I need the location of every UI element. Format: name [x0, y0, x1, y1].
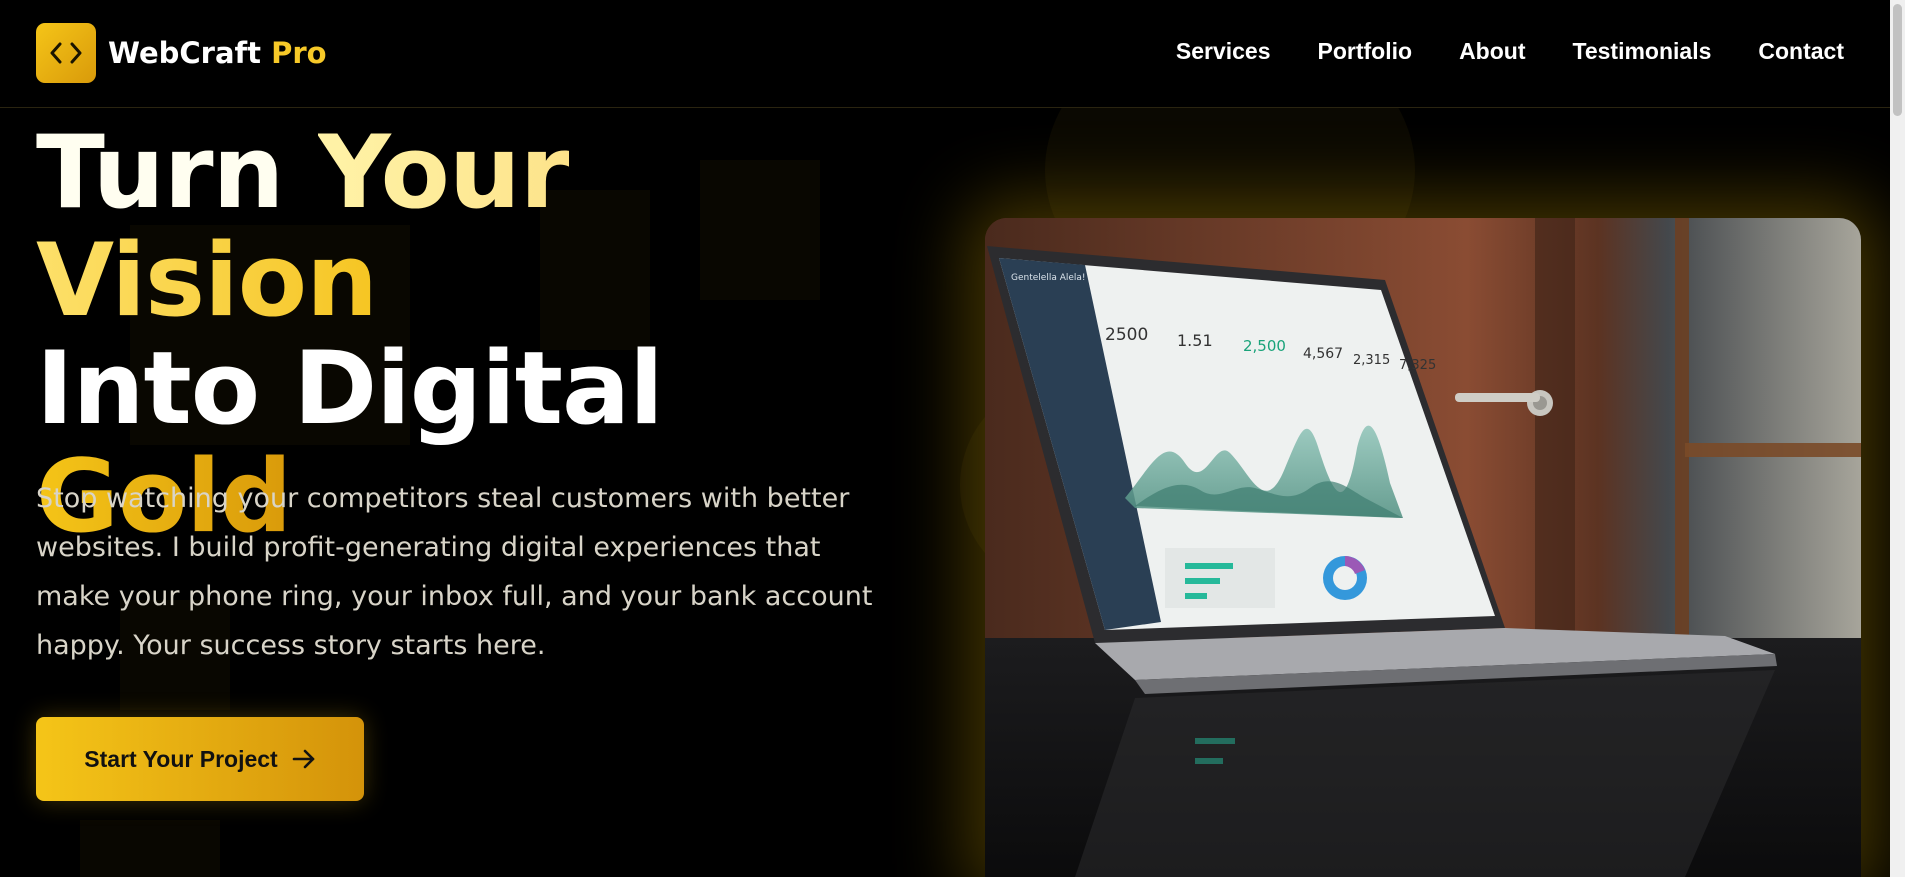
top-navbar: WebCraft Pro Services Portfolio About Te…	[0, 0, 1890, 108]
brand-name: WebCraft Pro	[108, 36, 327, 70]
hero-title-line-2: Into Digital	[36, 329, 664, 447]
brand-name-part2: Pro	[271, 36, 327, 70]
hero-title-word-2: Your	[317, 113, 570, 231]
dashboard-stat: 2,315	[1353, 353, 1390, 368]
nav-link-about[interactable]: About	[1459, 38, 1525, 65]
nav-links: Services Portfolio About Testimonials Co…	[1176, 38, 1844, 65]
dashboard-app-name: Gentelella Alela!	[1011, 273, 1086, 283]
brand-name-part1: WebCraft	[108, 36, 262, 70]
dashboard-stat: 4,567	[1303, 346, 1343, 362]
dashboard-stat: 1.51	[1177, 331, 1213, 350]
page-scrollbar[interactable]	[1890, 0, 1905, 877]
hero-title-word-1: Turn	[36, 113, 284, 231]
dashboard-stat: 7,325	[1399, 358, 1436, 373]
nav-link-testimonials[interactable]: Testimonials	[1572, 38, 1711, 65]
hero-laptop-image: 2500 1.51 2,500 4,567 2,315 7,325 Gentel…	[985, 218, 1861, 877]
dashboard-stat: 2500	[1105, 325, 1148, 345]
brand[interactable]: WebCraft Pro	[36, 23, 327, 83]
scrollbar-thumb[interactable]	[1893, 4, 1902, 116]
code-brackets-icon	[36, 23, 96, 83]
nav-link-contact[interactable]: Contact	[1758, 38, 1844, 65]
dashboard-stat: 2,500	[1243, 337, 1286, 355]
hero-title-word-3: Vision	[36, 221, 378, 339]
start-project-label: Start Your Project	[84, 745, 278, 772]
nav-link-services[interactable]: Services	[1176, 38, 1271, 65]
hero-subtitle: Stop watching your competitors steal cus…	[36, 483, 873, 661]
nav-link-portfolio[interactable]: Portfolio	[1318, 38, 1413, 65]
arrow-right-icon	[292, 749, 315, 769]
start-project-button[interactable]: Start Your Project	[36, 717, 364, 801]
